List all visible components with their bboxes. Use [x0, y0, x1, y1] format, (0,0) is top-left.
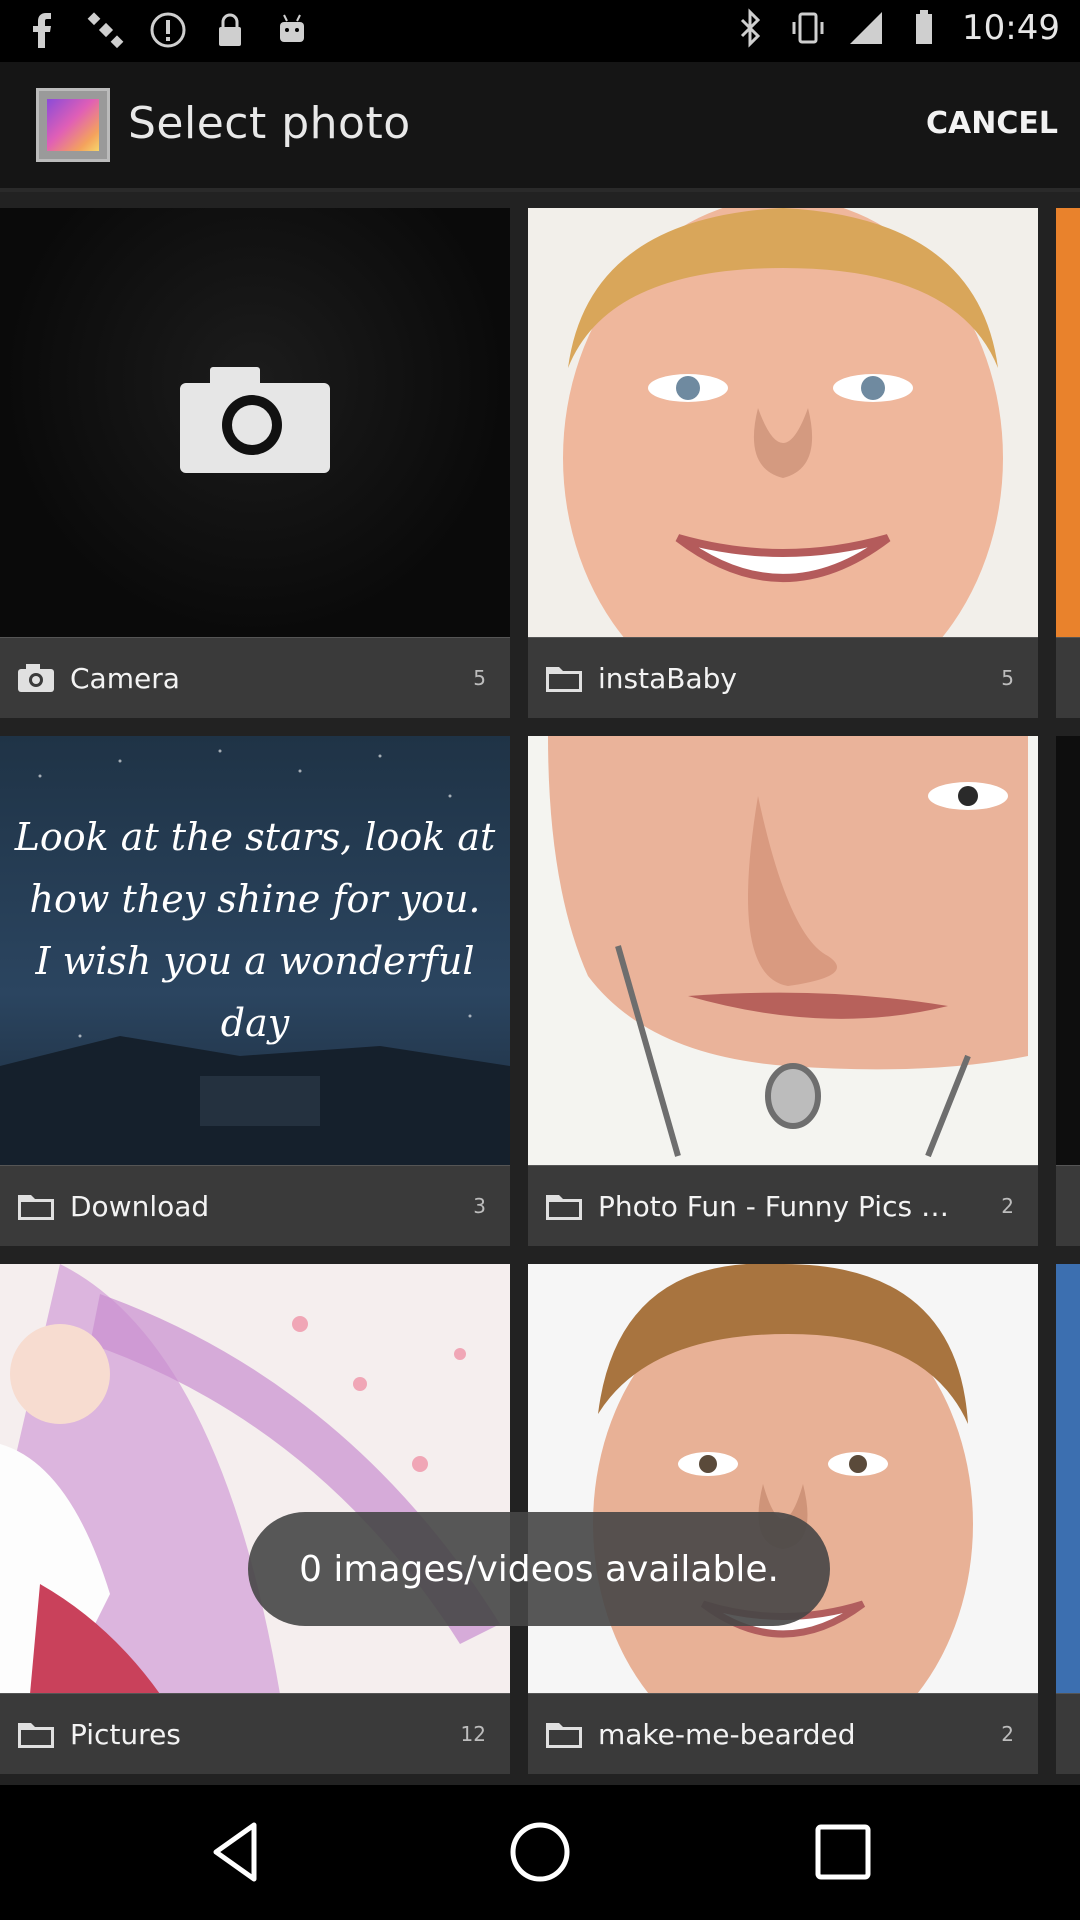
album-name: instaBaby — [598, 661, 737, 695]
album-count: 5 — [1001, 666, 1014, 690]
album-thumbnail — [1056, 208, 1080, 638]
album-thumbnail — [1056, 736, 1080, 1166]
funny-photo — [548, 736, 1028, 1158]
album-label: make-me-bearded 2 — [528, 1693, 1038, 1774]
album-thumbnail — [528, 736, 1038, 1166]
camera-icon — [180, 367, 330, 473]
album-name: Photo Fun - Funny Pics Cr... — [598, 1189, 968, 1223]
album-tile-download[interactable]: Look at the stars, look at how they shin… — [0, 736, 510, 1246]
toast-text: 0 images/videos available. — [299, 1548, 779, 1590]
album-tile-instababy[interactable]: instaBaby 5 — [528, 208, 1038, 718]
cancel-button[interactable]: CANCEL — [926, 106, 1058, 141]
album-thumbnail: Look at the stars, look at how they shin… — [0, 736, 510, 1166]
quote-line-1: Look at the stars, look at — [14, 815, 496, 859]
album-tile-partial[interactable] — [1056, 1264, 1080, 1774]
facebook-icon — [33, 13, 51, 48]
anime-image — [0, 1264, 500, 1694]
album-thumbnail — [1056, 1264, 1080, 1694]
album-tile-partial[interactable] — [1056, 208, 1080, 718]
album-name: Download — [70, 1189, 210, 1223]
status-time: 10:49 — [962, 8, 1060, 48]
page-title: Select photo — [128, 98, 411, 149]
back-icon[interactable] — [202, 1817, 272, 1887]
signal-icon — [850, 12, 883, 44]
recents-icon[interactable] — [808, 1817, 878, 1887]
album-label — [1056, 637, 1080, 718]
app-icon[interactable] — [36, 88, 110, 162]
album-thumbnail — [0, 1264, 510, 1694]
lock-icon — [219, 13, 241, 46]
album-count: 3 — [473, 1194, 486, 1218]
satellite-icon — [87, 12, 124, 49]
album-label: Pictures 12 — [0, 1693, 510, 1774]
album-count: 12 — [460, 1722, 486, 1746]
folder-icon — [18, 1723, 54, 1748]
album-tile-photo-fun[interactable]: Photo Fun - Funny Pics Cr... 2 — [528, 736, 1038, 1246]
navigation-bar — [0, 1785, 1080, 1920]
album-count: 2 — [1001, 1722, 1014, 1746]
camera-icon — [18, 664, 54, 692]
album-count: 5 — [473, 666, 486, 690]
album-label — [1056, 1693, 1080, 1774]
face-photo — [593, 1264, 973, 1694]
album-tile-partial[interactable] — [1056, 736, 1080, 1246]
album-name: Camera — [70, 661, 180, 695]
battery-icon — [916, 10, 933, 44]
album-thumbnail — [528, 1264, 1038, 1694]
folder-icon — [546, 1723, 582, 1748]
album-thumbnail — [528, 208, 1038, 638]
album-name: Pictures — [70, 1717, 181, 1751]
quote-line-2: how they shine for you. — [29, 877, 481, 921]
toast-message: 0 images/videos available. — [248, 1512, 830, 1626]
album-label — [1056, 1165, 1080, 1246]
android-icon — [280, 14, 304, 42]
face-photo — [563, 208, 1003, 638]
folder-icon — [546, 667, 582, 692]
status-bar: 10:49 — [0, 0, 1080, 62]
quote-line-3: I wish you a wonderful day — [35, 939, 475, 1045]
album-label: instaBaby 5 — [528, 637, 1038, 718]
vibrate-icon — [792, 12, 824, 44]
album-count: 2 — [1001, 1194, 1014, 1218]
home-icon[interactable] — [505, 1817, 575, 1887]
alert-icon — [150, 12, 186, 48]
album-label: Camera 5 — [0, 637, 510, 718]
album-label: Download 3 — [0, 1165, 510, 1246]
action-bar: Select photo CANCEL — [0, 62, 1080, 188]
album-name: make-me-bearded — [598, 1717, 856, 1751]
folder-icon — [546, 1195, 582, 1220]
album-label: Photo Fun - Funny Pics Cr... 2 — [528, 1165, 1038, 1246]
album-tile-camera[interactable]: Camera 5 — [0, 208, 510, 718]
album-thumbnail — [0, 208, 510, 638]
bluetooth-icon — [740, 8, 761, 48]
folder-icon — [18, 1195, 54, 1220]
